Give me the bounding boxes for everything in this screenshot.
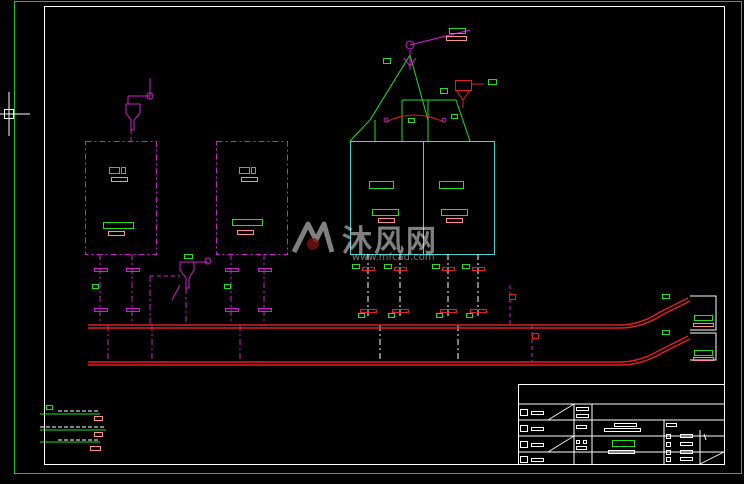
cyan-outlets xyxy=(352,254,539,362)
main-pipelines xyxy=(88,297,691,366)
end-equipment xyxy=(662,294,717,361)
tank-2 xyxy=(216,141,288,255)
watermark-url: www.mfcad.com xyxy=(352,252,435,263)
feed-system xyxy=(349,28,497,142)
legend xyxy=(40,405,106,451)
tank-1 xyxy=(85,141,157,255)
tank-labels xyxy=(92,167,263,289)
title-block xyxy=(518,384,725,465)
mfcad-logo-icon xyxy=(291,221,335,254)
